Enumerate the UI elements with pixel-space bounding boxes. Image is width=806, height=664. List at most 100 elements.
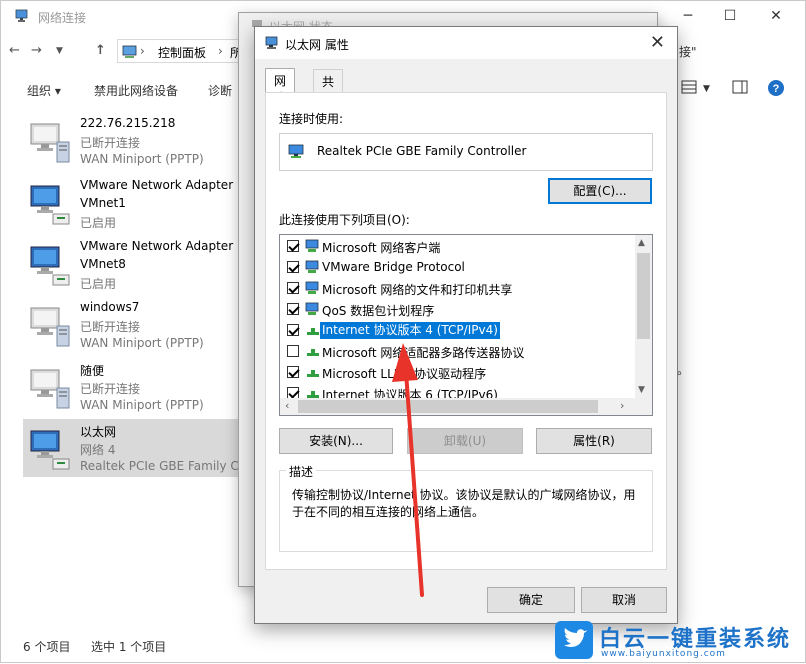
list-item[interactable]: QoS 数据包计划程序 — [280, 299, 635, 320]
connection-name: windows7 — [80, 300, 140, 314]
diagnose-button[interactable]: 诊断 — [208, 82, 232, 99]
item-count: 6 个项目 — [23, 640, 71, 654]
scroll-thumb[interactable] — [298, 400, 598, 413]
uninstall-button[interactable]: 卸载(U) — [407, 428, 523, 454]
list-item[interactable]: Microsoft 网络的文件和打印机共享 — [280, 278, 635, 299]
properties-button[interactable]: 属性(R) — [536, 428, 652, 454]
protocol-icon — [305, 260, 319, 273]
items-label: 此连接使用下列项目(O): — [279, 213, 410, 227]
scroll-left-icon[interactable]: ‹ — [285, 399, 289, 412]
maximize-button[interactable]: ☐ — [707, 5, 753, 27]
dialog-title-bar: 以太网 属性 ✕ — [255, 27, 677, 59]
wan-connection-icon — [30, 369, 70, 409]
view-options-icon[interactable] — [681, 80, 697, 97]
list-item-selected[interactable]: Internet 协议版本 4 (TCP/IPv4) — [280, 320, 635, 341]
breadcrumb-control-panel[interactable]: 控制面板 — [158, 44, 206, 61]
recent-chevron-icon[interactable]: ▼ — [56, 46, 63, 56]
horizontal-scrollbar[interactable]: ‹ › — [280, 398, 652, 415]
list-item[interactable]: VMware Bridge Protocol — [280, 257, 635, 278]
properties-dialog: 以太网 属性 ✕ 网络 共享 连接时使用: Realtek PCIe GBE F… — [254, 26, 678, 624]
list-item[interactable]: Microsoft 网络适配器多路传送器协议 — [280, 341, 635, 362]
configure-button[interactable]: 配置(C)... — [548, 178, 652, 204]
connection-item[interactable]: 随便 已断开连接 WAN Miniport (PPTP) — [23, 358, 243, 416]
twitter-bird-logo — [555, 621, 593, 659]
connection-device: 已启用 — [80, 277, 117, 291]
list-item[interactable]: Microsoft 网络客户端 — [280, 236, 635, 257]
connection-name: VMware Network Adapter — [80, 239, 234, 253]
scroll-up-icon[interactable]: ▲ — [638, 238, 645, 248]
organize-menu[interactable]: 组织 ▾ — [27, 82, 61, 99]
list-item[interactable]: Microsoft LLDP 协议驱动程序 — [280, 362, 635, 383]
checkbox[interactable] — [287, 240, 299, 252]
connection-status: 网络 4 — [80, 443, 116, 457]
control-panel-icon — [122, 45, 137, 58]
connection-item-selected[interactable]: 以太网 网络 4 Realtek PCIe GBE Family Co — [23, 419, 246, 477]
connection-item[interactable]: VMware Network Adapter VMnet8 已启用 — [23, 235, 243, 293]
components-list: Microsoft 网络客户端 VMware Bridge Protocol M… — [279, 234, 653, 416]
preview-pane-icon[interactable] — [732, 80, 748, 97]
connection-item[interactable]: VMware Network Adapter VMnet1 已启用 — [23, 174, 243, 232]
connection-status: VMnet1 — [80, 196, 126, 210]
connection-item[interactable]: 222.76.215.218 已断开连接 WAN Miniport (PPTP) — [23, 112, 243, 170]
connection-status: 已断开连接 — [80, 320, 141, 334]
connection-name: VMware Network Adapter — [80, 178, 234, 192]
list-item-label: Internet 协议版本 4 (TCP/IPv4) — [319, 321, 501, 340]
list-item-label: Microsoft 网络客户端 — [322, 241, 441, 255]
back-arrow-icon[interactable]: ← — [9, 43, 20, 58]
disable-device-button[interactable]: 禁用此网络设备 — [94, 82, 178, 99]
connection-item[interactable]: windows7 已断开连接 WAN Miniport (PPTP) — [23, 296, 243, 354]
selected-count: 选中 1 个项目 — [91, 640, 167, 654]
checkbox[interactable] — [287, 282, 299, 294]
list-item-label: Microsoft 网络适配器多路传送器协议 — [322, 346, 525, 360]
ok-button[interactable]: 确定 — [487, 587, 575, 613]
vertical-scrollbar[interactable]: ▲ ▼ — [635, 235, 652, 400]
scroll-down-icon[interactable]: ▼ — [638, 385, 645, 395]
install-button[interactable]: 安装(N)... — [279, 428, 393, 454]
connection-status: 已断开连接 — [80, 136, 141, 150]
scroll-right-icon[interactable]: › — [620, 399, 624, 412]
wan-connection-icon — [30, 123, 70, 163]
network-adapter-icon — [288, 144, 304, 158]
lan-connection-icon — [30, 185, 70, 225]
watermark: 白云一键重装系统 www.baiyunxitong.com — [555, 619, 805, 663]
close-icon[interactable]: ✕ — [650, 32, 665, 53]
file-share-icon — [305, 281, 319, 294]
forward-arrow-icon[interactable]: → — [31, 43, 42, 58]
cancel-button[interactable]: 取消 — [581, 587, 667, 613]
connection-status: 已断开连接 — [80, 382, 141, 396]
truncated-text: 。 — [677, 363, 690, 377]
description-legend: 描述 — [286, 463, 317, 480]
connection-status: VMnet8 — [80, 257, 126, 271]
scroll-thumb[interactable] — [637, 253, 650, 339]
checkbox[interactable] — [287, 366, 299, 378]
checkbox[interactable] — [287, 324, 299, 336]
connection-device: WAN Miniport (PPTP) — [80, 152, 204, 166]
checkbox[interactable] — [287, 345, 299, 357]
network-folder-icon — [15, 9, 28, 22]
list-item-label: Microsoft LLDP 协议驱动程序 — [322, 367, 487, 381]
connection-device: 已启用 — [80, 216, 117, 230]
search-box[interactable]: 接" — [659, 39, 806, 63]
network-tab-panel: 连接时使用: Realtek PCIe GBE Family Controlle… — [265, 92, 667, 570]
protocol-icon — [305, 302, 319, 315]
view-dropdown-icon[interactable]: ▼ — [703, 84, 710, 94]
checkbox[interactable] — [287, 303, 299, 315]
help-icon[interactable]: ? — [767, 79, 785, 100]
checkbox[interactable] — [287, 261, 299, 273]
lan-connection-icon — [30, 246, 70, 286]
breadcrumb-separator-icon: › — [218, 44, 223, 58]
address-box[interactable]: › 控制面板 › 所 — [117, 39, 252, 63]
adapter-box: Realtek PCIe GBE Family Controller — [279, 133, 653, 171]
svg-text:?: ? — [773, 83, 780, 95]
protocol-green-icon — [307, 349, 319, 356]
tab-sharing[interactable]: 共享 — [313, 69, 344, 106]
dialog-title: 以太网 属性 — [285, 38, 349, 52]
minimize-button[interactable]: ─ — [665, 5, 711, 27]
connection-device: WAN Miniport (PPTP) — [80, 398, 204, 412]
protocol-green-icon — [307, 370, 319, 377]
tab-network[interactable]: 网络 — [265, 68, 296, 105]
description-group: 描述 传输控制协议/Internet 协议。该协议是默认的广域网络协议，用于在不… — [279, 463, 653, 552]
watermark-url: www.baiyunxitong.com — [601, 649, 726, 659]
close-window-button[interactable]: ✕ — [753, 5, 799, 27]
up-arrow-icon[interactable]: ↑ — [95, 43, 106, 58]
